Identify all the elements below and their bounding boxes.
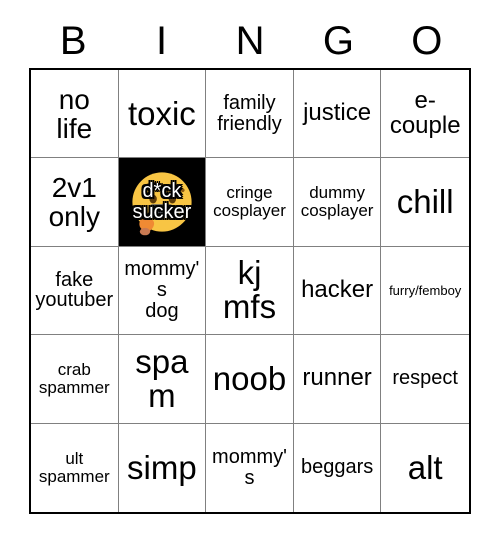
bingo-header-letter-n: N <box>235 19 265 63</box>
bingo-header-letter-i: I <box>156 19 168 63</box>
bingo-cell[interactable]: respect <box>381 335 469 424</box>
bingo-cell[interactable]: beggars <box>294 423 382 512</box>
bingo-cell-label: mommy's dog <box>124 258 200 322</box>
bingo-cell[interactable]: justice <box>293 70 382 159</box>
bingo-cell-label: furry/femboy <box>389 282 462 298</box>
bingo-cell[interactable]: noob <box>206 335 294 424</box>
bingo-cell-label: runner <box>302 364 372 392</box>
bingo-cell-label: dummy cosplayer <box>300 183 374 221</box>
bingo-cell-label: noob <box>212 359 287 397</box>
bingo-cell-label: kj mfs <box>222 254 277 326</box>
bingo-cell[interactable]: e-couple <box>381 70 469 159</box>
bingo-cell-label: cringe cosplayer <box>213 183 286 221</box>
bingo-cell[interactable]: simp <box>119 423 207 512</box>
bingo-cell[interactable]: hacker <box>293 246 382 336</box>
bingo-cell-label: respect <box>392 367 458 390</box>
bingo-cell-label: e-couple <box>389 86 461 139</box>
bingo-grid: no life toxic family friendly justice e-couple… <box>29 68 471 514</box>
bingo-cell[interactable]: runner <box>293 335 382 424</box>
bingo-header-letter-o: O <box>411 19 443 63</box>
bingo-cell[interactable]: crab spammer <box>31 335 119 424</box>
bingo-cell-label: spam <box>135 342 189 414</box>
bingo-cell[interactable]: ult spammer <box>31 423 119 512</box>
bingo-cell-label: ult spammer <box>38 449 110 486</box>
bingo-cell-label: hacker <box>301 276 374 304</box>
bingo-cell[interactable]: 2v1 only <box>31 158 119 247</box>
bingo-cell-label: simp <box>127 448 197 486</box>
bingo-cell[interactable]: fake youtuber <box>31 246 119 336</box>
bingo-cell-label: alt <box>407 448 443 486</box>
bingo-cell-label: crab spammer <box>38 360 110 397</box>
bingo-cell-label: no life <box>56 83 93 144</box>
bingo-cell-marked[interactable]: d*ck sucker <box>118 158 207 247</box>
bingo-cell-label: beggars <box>300 456 374 479</box>
bingo-cell[interactable]: kj mfs <box>206 246 294 336</box>
bingo-cell[interactable]: cringe cosplayer <box>206 158 294 247</box>
bingo-cell-label: fake youtuber <box>35 268 114 312</box>
bingo-cell[interactable]: mommy's dog <box>118 246 207 336</box>
bingo-cell-label: mommy's <box>212 446 287 489</box>
bingo-cell[interactable]: dummy cosplayer <box>293 158 382 247</box>
bingo-cell[interactable]: chill <box>381 158 469 247</box>
bingo-cell[interactable]: alt <box>381 424 469 512</box>
bingo-cell[interactable]: furry/femboy <box>381 247 469 336</box>
bingo-header-row: B I N G O <box>29 14 471 68</box>
bingo-cell[interactable]: family friendly <box>206 70 294 159</box>
bingo-cell-label: justice <box>303 99 372 127</box>
bingo-cell[interactable]: mommy's <box>206 423 294 512</box>
bingo-cell[interactable]: no life <box>31 70 119 159</box>
bingo-cell-label: chill <box>396 182 454 220</box>
bingo-header-letter-b: B <box>59 19 87 63</box>
bingo-cell-label: 2v1 only <box>48 171 100 233</box>
bingo-header-letter-g: G <box>322 19 354 63</box>
bingo-cell[interactable]: toxic <box>118 70 207 159</box>
bingo-cell[interactable]: spam <box>118 335 207 424</box>
bingo-cell-label: toxic <box>127 94 196 132</box>
bingo-card: B I N G O no life toxic family friendly justi… <box>29 14 471 514</box>
bingo-cell-label: d*ck sucker <box>132 180 192 224</box>
bingo-cell-label: family friendly <box>217 91 282 135</box>
